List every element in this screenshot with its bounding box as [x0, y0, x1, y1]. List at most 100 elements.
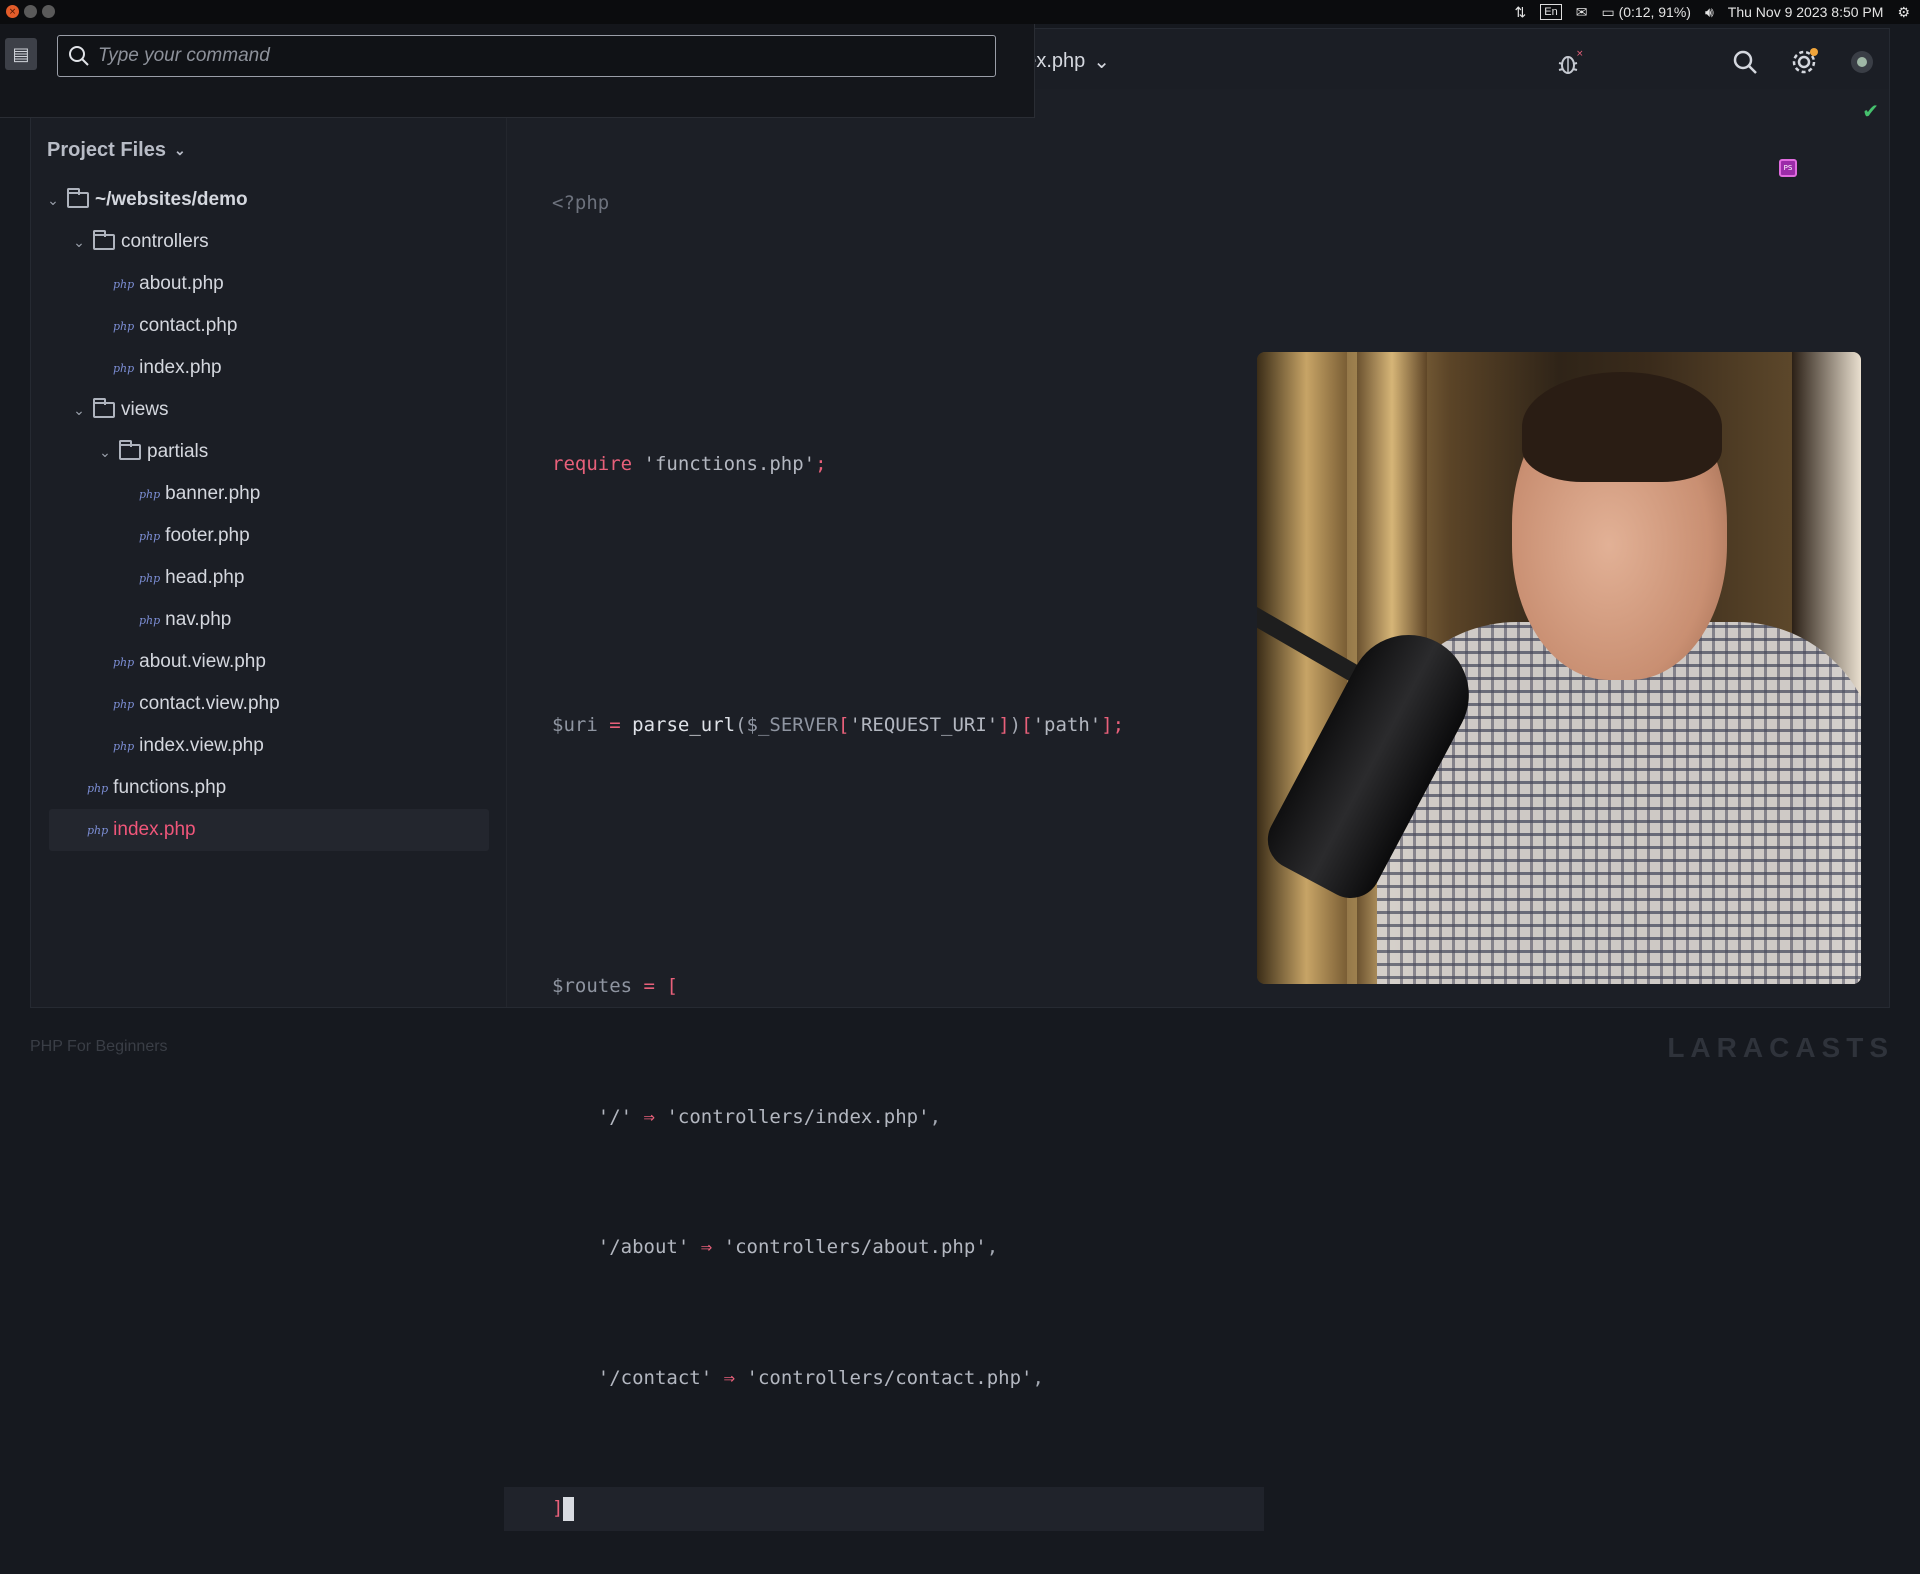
volume-icon[interactable]: 🔊︎ — [1705, 4, 1714, 21]
minimize-window-button[interactable] — [24, 5, 37, 18]
tree-folder[interactable]: ⌄ views — [31, 389, 507, 431]
code-line: $uri = parse_url($_SERVER['REQUEST_URI']… — [552, 714, 1125, 736]
system-top-bar: × ⇅ En ✉ ▭ (0:12, 91%) 🔊︎ Thu Nov 9 2023… — [0, 0, 1920, 24]
tree-file[interactable]: php nav.php — [31, 599, 507, 641]
file-tree: ⌄ ~/websites/demo ⌄ controllers php about.php… — [31, 179, 507, 851]
search-icon — [69, 46, 89, 66]
tree-file[interactable]: php about.php — [31, 263, 507, 305]
chevron-down-icon[interactable]: ⌄ — [97, 444, 113, 461]
status-dot-icon[interactable] — [1849, 49, 1875, 75]
code-line: '/contact' ⇒ 'controllers/contact.php', — [597, 1366, 1044, 1389]
tree-file[interactable]: php index.php — [31, 347, 507, 389]
battery-indicator[interactable]: ▭ (0:12, 91%) — [1601, 4, 1691, 21]
project-files-title: Project Files — [47, 139, 166, 161]
tree-file[interactable]: php contact.php — [31, 305, 507, 347]
php-file-icon: php — [113, 277, 135, 291]
php-file-icon: php — [113, 361, 135, 375]
tree-file[interactable]: php contact.view.php — [31, 683, 507, 725]
tree-item-label: ~/websites/demo — [95, 189, 248, 210]
battery-status: (0:12, 91%) — [1618, 3, 1691, 20]
tree-item-label: contact.view.php — [139, 693, 280, 714]
svg-text:×: × — [1576, 49, 1583, 59]
tree-item-label: contact.php — [139, 315, 238, 336]
header-actions — [1731, 47, 1875, 77]
tree-item-label: partials — [147, 441, 209, 462]
chevron-down-icon[interactable]: ⌄ — [71, 402, 87, 419]
tree-item-label: about.view.php — [139, 651, 266, 672]
folder-icon — [93, 398, 115, 418]
folder-icon — [119, 440, 141, 460]
tree-item-label: controllers — [121, 231, 209, 252]
webcam-video — [1257, 352, 1861, 984]
terminal-icon[interactable]: ▤ — [5, 38, 37, 70]
bug-icon: × — [1558, 49, 1584, 74]
tree-item-label: index.php — [139, 357, 222, 378]
system-tray: ⇅ En ✉ ▭ (0:12, 91%) 🔊︎ Thu Nov 9 2023 8… — [1515, 0, 1910, 24]
chevron-down-icon[interactable]: ⌄ — [71, 234, 87, 251]
tree-item-label: about.php — [139, 273, 224, 294]
tree-file[interactable]: php index.php — [49, 809, 489, 851]
command-palette: ▤ — [0, 24, 1035, 118]
tree-file[interactable]: php banner.php — [31, 473, 507, 515]
tree-item-label: views — [121, 399, 169, 420]
tree-file[interactable]: php footer.php — [31, 515, 507, 557]
php-file-icon: php — [139, 529, 161, 543]
tree-folder[interactable]: ⌄ ~/websites/demo — [31, 179, 507, 221]
chevron-down-icon: ⌄ — [173, 142, 186, 158]
code-area[interactable]: <?php require 'functions.php'; $uri = pa… — [504, 95, 1264, 1574]
close-window-button[interactable]: × — [6, 5, 19, 18]
tree-file[interactable]: php index.view.php — [31, 725, 507, 767]
code-line: $routes = [ — [552, 975, 678, 997]
tree-folder[interactable]: ⌄ controllers — [31, 221, 507, 263]
maximize-window-button[interactable] — [42, 5, 55, 18]
phpstorm-icon[interactable]: PS — [1779, 159, 1797, 177]
folder-icon — [67, 188, 89, 208]
clock[interactable]: Thu Nov 9 2023 8:50 PM — [1728, 4, 1884, 20]
course-title: PHP For Beginners — [30, 1038, 168, 1055]
system-gear-icon[interactable]: ⚙ — [1897, 4, 1910, 21]
mail-icon[interactable]: ✉ — [1576, 4, 1588, 21]
php-file-icon: php — [113, 319, 135, 333]
tree-item-label: index.view.php — [139, 735, 264, 756]
php-file-icon: php — [87, 781, 109, 795]
php-file-icon: php — [139, 487, 161, 501]
code-line-current: ] — [504, 1487, 1264, 1531]
command-input-wrapper[interactable] — [57, 35, 996, 77]
code-line: '/' ⇒ 'controllers/index.php', — [597, 1105, 942, 1128]
tree-item-label: footer.php — [165, 525, 250, 546]
tree-file[interactable]: php functions.php — [31, 767, 507, 809]
code-line: <?php — [552, 182, 1264, 226]
code-text: <?php — [552, 192, 610, 214]
php-file-icon: php — [87, 823, 109, 837]
folder-icon — [93, 230, 115, 250]
php-file-icon: php — [139, 613, 161, 627]
project-sidebar: Project Files ⌄ ⌄ ~/websites/demo ⌄ control… — [31, 89, 507, 1007]
tree-item-label: functions.php — [113, 777, 227, 798]
code-line: '/about' ⇒ 'controllers/about.php', — [597, 1236, 999, 1258]
brand-watermark: LARACASTS — [1667, 1032, 1894, 1063]
command-input[interactable] — [98, 45, 958, 67]
chevron-down-icon: ⌄ — [1093, 51, 1111, 73]
check-icon: ✔ — [1862, 99, 1879, 123]
battery-icon: ▭ — [1601, 3, 1615, 20]
window-controls: × — [6, 5, 55, 18]
debug-button[interactable]: × — [1555, 49, 1584, 81]
project-files-header[interactable]: Project Files ⌄ — [47, 139, 186, 162]
tree-file[interactable]: php about.view.php — [31, 641, 507, 683]
gear-icon[interactable] — [1789, 47, 1819, 77]
search-icon[interactable] — [1731, 48, 1759, 76]
tree-file[interactable]: php head.php — [31, 557, 507, 599]
chevron-down-icon[interactable]: ⌄ — [45, 192, 61, 209]
input-language-indicator[interactable]: En — [1540, 4, 1562, 20]
php-file-icon: php — [113, 697, 135, 711]
tree-folder[interactable]: ⌄ partials — [31, 431, 507, 473]
php-file-icon: php — [139, 571, 161, 585]
tree-item-label: nav.php — [165, 609, 232, 630]
text-cursor — [563, 1496, 575, 1521]
person-hair — [1522, 372, 1722, 482]
tree-item-label: head.php — [165, 567, 245, 588]
network-icon[interactable]: ⇅ — [1515, 4, 1527, 21]
